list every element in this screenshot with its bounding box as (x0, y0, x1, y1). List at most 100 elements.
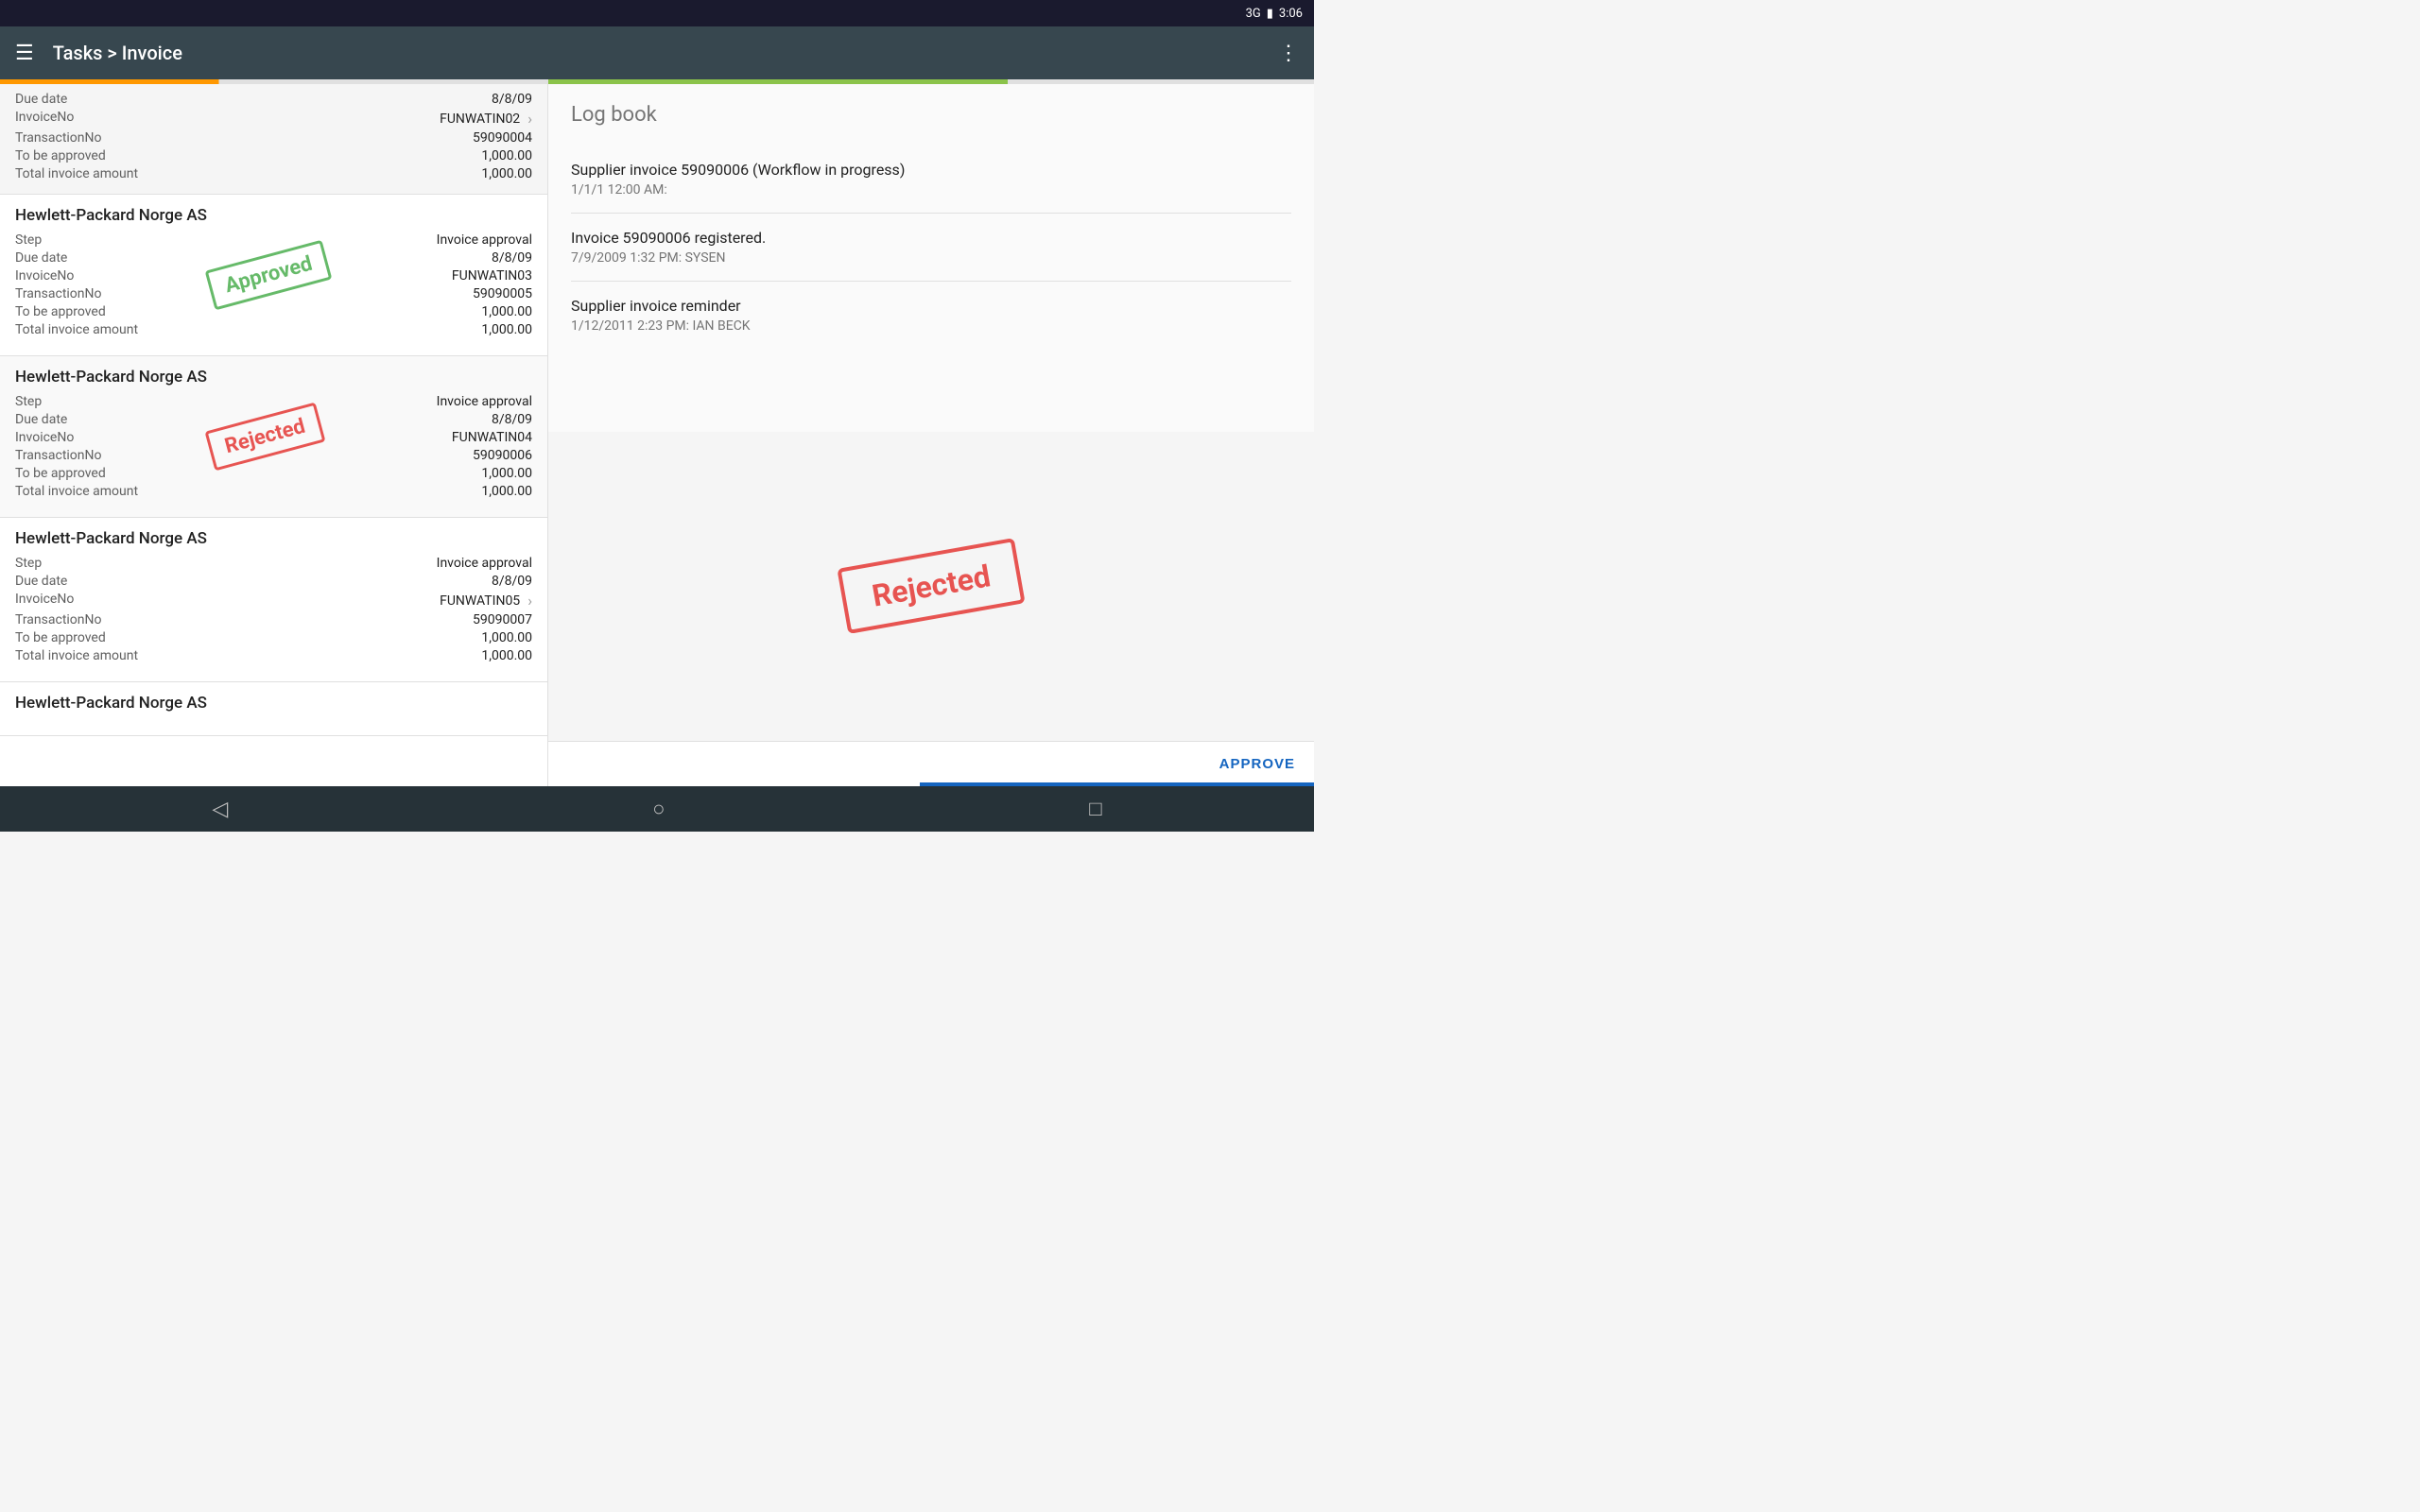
to-approve-label-2: To be approved (15, 466, 106, 481)
invoice-no-label: InvoiceNo (15, 110, 74, 128)
company-name-2: Hewlett-Packard Norge AS (15, 368, 532, 387)
company-name-1: Hewlett-Packard Norge AS (15, 206, 532, 225)
invoice-no-row[interactable]: InvoiceNo FUNWATIN02 › (15, 110, 532, 128)
due-date-value-1: 8/8/09 (492, 250, 532, 266)
right-stamp-area: Rejected (548, 432, 1314, 742)
to-be-approved-value: 1,000.00 (481, 148, 532, 163)
trans-no-value-1: 59090005 (473, 286, 532, 301)
total-amount-row-truncated: Total invoice amount 1,000.00 (15, 166, 532, 181)
log-entry-subtitle-2: 7/9/2009 1:32 PM: SYSEN (571, 250, 1291, 266)
total-label-3: Total invoice amount (15, 648, 138, 663)
log-entry-title-1: Supplier invoice 59090006 (Workflow in p… (571, 161, 1291, 179)
log-entry-subtitle-1: 1/1/1 12:00 AM: (571, 182, 1291, 198)
trans-no-row-1: TransactionNo 59090005 (15, 286, 532, 301)
trans-no-row-2: TransactionNo 59090006 (15, 448, 532, 463)
invoice-no-row-1: InvoiceNo FUNWATIN03 (15, 268, 532, 284)
total-row-1: Total invoice amount 1,000.00 (15, 322, 532, 337)
due-date-row-1: Due date 8/8/09 (15, 250, 532, 266)
total-value-3: 1,000.00 (481, 648, 532, 663)
invoice-no-row-3[interactable]: InvoiceNo FUNWATIN05 › (15, 592, 532, 610)
to-be-approved-row: To be approved 1,000.00 (15, 148, 532, 163)
step-row-1: Step Invoice approval (15, 232, 532, 248)
truncated-card: Due date 8/8/09 InvoiceNo FUNWATIN02 › T… (0, 84, 547, 195)
main-content: Due date 8/8/09 InvoiceNo FUNWATIN02 › T… (0, 79, 1314, 786)
signal-icon: 3G (1246, 7, 1261, 21)
to-approve-row-3: To be approved 1,000.00 (15, 630, 532, 645)
total-label-1: Total invoice amount (15, 322, 138, 337)
step-row-3: Step Invoice approval (15, 556, 532, 571)
invoice-no-value: FUNWATIN02 › (440, 110, 532, 128)
to-be-approved-label: To be approved (15, 148, 106, 163)
step-value-3: Invoice approval (437, 556, 532, 571)
recents-button[interactable]: □ (1089, 797, 1101, 821)
total-amount-value-truncated: 1,000.00 (481, 166, 532, 181)
invoice-no-value-1: FUNWATIN03 (452, 268, 532, 284)
to-approve-value-3: 1,000.00 (481, 630, 532, 645)
total-value-2: 1,000.00 (481, 484, 532, 499)
to-approve-label-1: To be approved (15, 304, 106, 319)
trans-no-label-1: TransactionNo (15, 286, 102, 301)
log-entry-title-3: Supplier invoice reminder (571, 297, 1291, 315)
trans-no-label-3: TransactionNo (15, 612, 102, 627)
trans-no-value-3: 59090007 (473, 612, 532, 627)
approve-bar: APPROVE (548, 741, 1314, 786)
total-label-2: Total invoice amount (15, 484, 138, 499)
invoice-no-row-2: InvoiceNo FUNWATIN04 (15, 430, 532, 445)
due-date-label: Due date (15, 92, 67, 107)
invoice-no-label-2: InvoiceNo (15, 430, 74, 445)
invoice-card-4[interactable]: Hewlett-Packard Norge AS (0, 682, 547, 736)
due-date-value-2: 8/8/09 (492, 412, 532, 427)
due-date-label-2: Due date (15, 412, 67, 427)
log-entry-3: Supplier invoice reminder 1/12/2011 2:23… (571, 282, 1291, 349)
step-label-2: Step (15, 394, 42, 409)
to-approve-value-2: 1,000.00 (481, 466, 532, 481)
step-value-2: Invoice approval (437, 394, 532, 409)
due-date-row-3: Due date 8/8/09 (15, 574, 532, 589)
invoice-card-3[interactable]: Hewlett-Packard Norge AS Step Invoice ap… (0, 518, 547, 682)
step-label-1: Step (15, 232, 42, 248)
transaction-label: TransactionNo (15, 130, 102, 146)
total-value-1: 1,000.00 (481, 322, 532, 337)
status-icons: 3G ▮ 3:06 (1246, 7, 1303, 21)
company-name-3: Hewlett-Packard Norge AS (15, 529, 532, 548)
invoice-no-value-3: FUNWATIN05 › (440, 592, 532, 610)
log-entry-2: Invoice 59090006 registered. 7/9/2009 1:… (571, 214, 1291, 282)
to-approve-row-1: To be approved 1,000.00 (15, 304, 532, 319)
to-approve-label-3: To be approved (15, 630, 106, 645)
log-book-area: Log book Supplier invoice 59090006 (Work… (548, 84, 1314, 432)
total-row-3: Total invoice amount 1,000.00 (15, 648, 532, 663)
app-bar: ☰ Tasks > Invoice ⋮ (0, 26, 1314, 79)
invoice-no-value-2: FUNWATIN04 (452, 430, 532, 445)
rejected-stamp-right: Rejected (837, 538, 1025, 634)
to-approve-value-1: 1,000.00 (481, 304, 532, 319)
menu-icon[interactable]: ☰ (15, 42, 34, 65)
approve-button[interactable]: APPROVE (1219, 756, 1295, 772)
log-entry-subtitle-3: 1/12/2011 2:23 PM: IAN BECK (571, 318, 1291, 334)
total-amount-label-truncated: Total invoice amount (15, 166, 138, 181)
trans-no-row-3: TransactionNo 59090007 (15, 612, 532, 627)
log-entry-1: Supplier invoice 59090006 (Workflow in p… (571, 146, 1291, 214)
invoice-card-2[interactable]: Hewlett-Packard Norge AS Rejected Step I… (0, 356, 547, 518)
battery-icon: ▮ (1267, 7, 1273, 21)
time-display: 3:06 (1279, 7, 1303, 21)
to-approve-row-2: To be approved 1,000.00 (15, 466, 532, 481)
status-bar: 3G ▮ 3:06 (0, 0, 1314, 26)
step-row-2: Step Invoice approval (15, 394, 532, 409)
chevron-icon: › (527, 110, 532, 128)
trans-no-label-2: TransactionNo (15, 448, 102, 463)
due-date-label-1: Due date (15, 250, 67, 266)
more-options-icon[interactable]: ⋮ (1278, 42, 1299, 65)
left-panel: Due date 8/8/09 InvoiceNo FUNWATIN02 › T… (0, 79, 548, 786)
trans-no-value-2: 59090006 (473, 448, 532, 463)
nav-bar: ◁ ○ □ (0, 786, 1314, 832)
company-name-4: Hewlett-Packard Norge AS (15, 694, 532, 713)
log-entry-title-2: Invoice 59090006 registered. (571, 229, 1291, 247)
back-button[interactable]: ◁ (212, 797, 228, 821)
due-date-value-3: 8/8/09 (492, 574, 532, 589)
total-row-2: Total invoice amount 1,000.00 (15, 484, 532, 499)
transaction-no-row: TransactionNo 59090004 (15, 130, 532, 146)
home-button[interactable]: ○ (652, 797, 665, 821)
transaction-value: 59090004 (473, 130, 532, 146)
invoice-card-1[interactable]: Hewlett-Packard Norge AS Approved Step I… (0, 195, 547, 356)
log-book-title: Log book (571, 103, 1291, 127)
